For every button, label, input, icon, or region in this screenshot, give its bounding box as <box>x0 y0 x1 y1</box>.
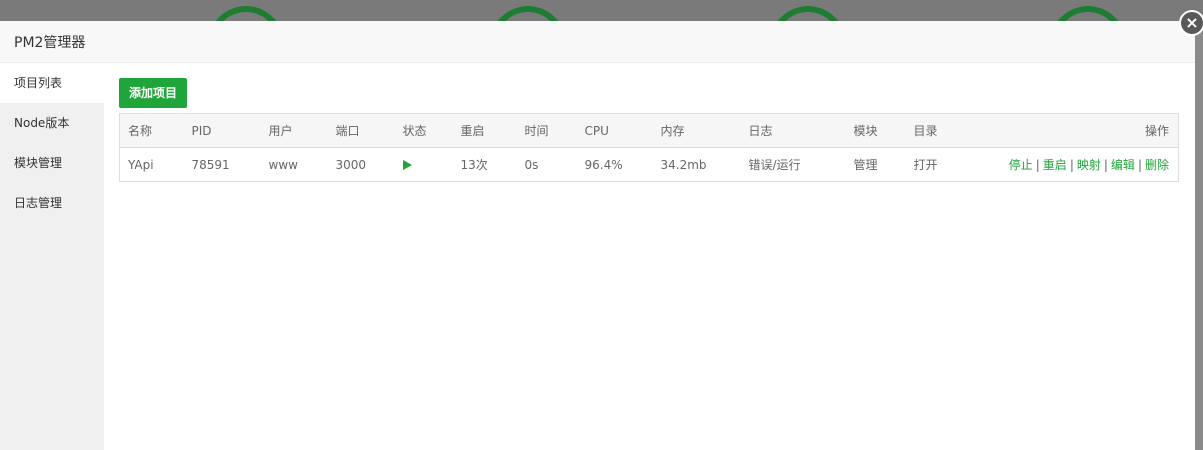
project-time: 0s <box>524 157 539 172</box>
column-header-log: 日志 <box>748 124 773 138</box>
map-button[interactable]: 映射 <box>1077 158 1101 172</box>
dialog-body: 项目列表 Node版本 模块管理 日志管理 添加项目 名称 PID 用户 端口 … <box>0 63 1195 450</box>
column-header-actions: 操作 <box>1144 124 1169 138</box>
dialog-title: PM2管理器 <box>14 34 86 51</box>
column-header-port: 端口 <box>335 124 360 138</box>
column-header-time: 时间 <box>524 124 549 138</box>
background-gauge <box>1039 0 1137 21</box>
project-actions: 停止 | 重启 | 映射 | 编辑 | 删除 <box>966 148 1179 182</box>
action-separator: | <box>1069 158 1074 172</box>
delete-button[interactable]: 删除 <box>1145 158 1169 172</box>
project-log-link[interactable]: 错误/运行 <box>741 148 846 182</box>
column-header-memory: 内存 <box>660 124 685 138</box>
sidebar-item-log-management[interactable]: 日志管理 <box>0 183 104 223</box>
project-user: www <box>268 157 298 172</box>
project-cpu: 96.4% <box>584 157 623 172</box>
background-gauge <box>197 0 295 21</box>
project-directory-link[interactable]: 打开 <box>906 148 966 182</box>
sidebar-item-node-version[interactable]: Node版本 <box>0 103 104 143</box>
pm2-manager-dialog: PM2管理器 项目列表 Node版本 模块管理 日志管理 添加项目 名称 PID… <box>0 21 1195 450</box>
column-header-pid: PID <box>191 123 212 138</box>
stop-button[interactable]: 停止 <box>1009 158 1033 172</box>
project-restarts: 13次 <box>460 158 488 172</box>
add-project-button[interactable]: 添加项目 <box>119 78 188 108</box>
main-content: 添加项目 名称 PID 用户 端口 状态 重启 时间 CPU 内存 日志 模块 <box>119 78 1179 182</box>
action-separator: | <box>1035 158 1040 172</box>
edit-button[interactable]: 编辑 <box>1111 158 1135 172</box>
sidebar: 项目列表 Node版本 模块管理 日志管理 <box>0 63 104 450</box>
background-page <box>0 0 1203 21</box>
project-name: YApi <box>128 157 154 172</box>
project-module-link[interactable]: 管理 <box>846 148 906 182</box>
background-scrollbar <box>1195 21 1203 450</box>
background-gauge <box>479 0 577 21</box>
dialog-header: PM2管理器 <box>0 21 1195 63</box>
project-memory: 34.2mb <box>660 157 707 172</box>
play-icon <box>402 160 412 170</box>
column-header-name: 名称 <box>128 124 153 138</box>
project-port[interactable]: 3000 <box>328 148 395 182</box>
background-gauge <box>759 0 857 21</box>
column-header-cpu: CPU <box>584 123 609 138</box>
restart-button[interactable]: 重启 <box>1043 158 1067 172</box>
column-header-module: 模块 <box>853 124 878 138</box>
column-header-user: 用户 <box>268 124 293 138</box>
action-separator: | <box>1137 158 1142 172</box>
column-header-directory: 目录 <box>913 124 938 138</box>
action-separator: | <box>1103 158 1108 172</box>
sidebar-item-project-list[interactable]: 项目列表 <box>0 63 104 103</box>
column-header-restarts: 重启 <box>460 124 485 138</box>
table-row: YApi 78591 www 3000 13次 0s 96.4% 34.2mb … <box>120 148 1179 182</box>
project-status <box>395 148 453 182</box>
close-icon[interactable]: × <box>1179 10 1203 36</box>
table-header-row: 名称 PID 用户 端口 状态 重启 时间 CPU 内存 日志 模块 目录 操作 <box>119 113 1179 148</box>
project-pid: 78591 <box>191 157 230 172</box>
project-table: 名称 PID 用户 端口 状态 重启 时间 CPU 内存 日志 模块 目录 操作 <box>119 113 1179 182</box>
column-header-status: 状态 <box>402 124 427 138</box>
sidebar-item-module-management[interactable]: 模块管理 <box>0 143 104 183</box>
